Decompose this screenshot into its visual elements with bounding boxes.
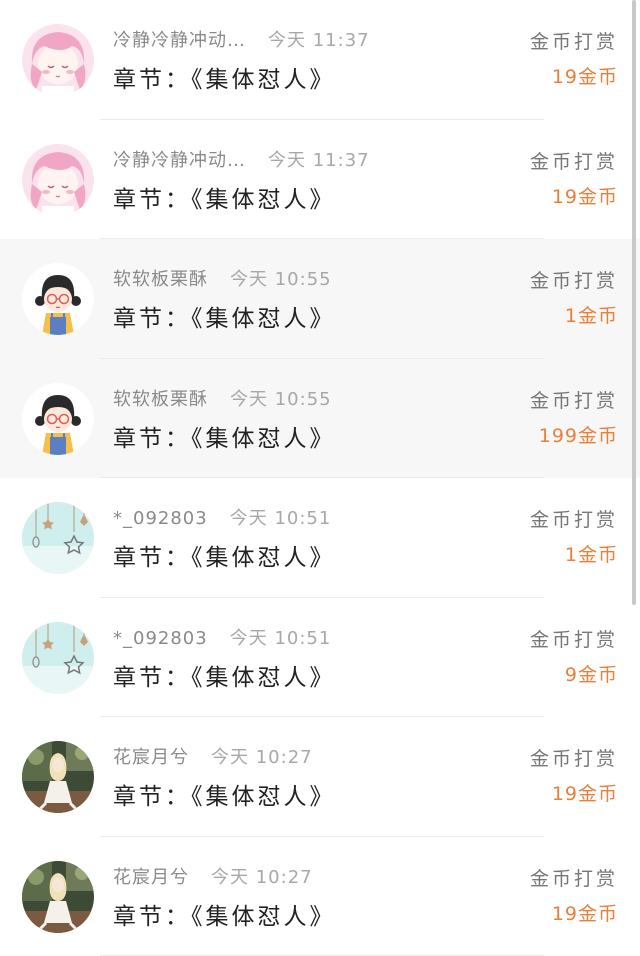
name-line: 软软板栗酥 今天 10:55 — [113, 265, 332, 291]
reward-type-label: 金币打赏 — [529, 509, 618, 531]
list-item[interactable]: 冷静冷静冲动… 今天 11:37 章节：《集体怼人》 金币打赏 19金币 — [0, 0, 640, 120]
chapter-title: 章节：《集体怼人》 — [113, 545, 336, 571]
name-line: *_092803 今天 10:51 — [113, 624, 331, 650]
name-line: 软软板栗酥 今天 10:55 — [113, 385, 332, 411]
user-name[interactable]: 冷静冷静冲动… — [113, 30, 246, 51]
chapter-title: 章节：《集体怼人》 — [113, 186, 336, 213]
reward-amount: 19金币 — [551, 902, 618, 925]
name-line: 冷静冷静冲动… 今天 11:37 — [113, 146, 370, 172]
user-name[interactable]: *_092803 — [113, 628, 208, 649]
pink-anime-girl-avatar[interactable] — [22, 143, 94, 216]
user-name[interactable]: 花宸月兮 — [113, 867, 189, 888]
user-name[interactable]: 冷静冷静冲动… — [113, 150, 246, 171]
hanging-stars-avatar[interactable] — [22, 621, 94, 694]
user-name[interactable]: 花宸月兮 — [113, 747, 189, 768]
reward-amount: 19金币 — [551, 783, 618, 805]
timestamp: 今天 10:55 — [230, 388, 332, 410]
timestamp: 今天 11:37 — [268, 30, 370, 51]
doll-in-garden-avatar[interactable] — [22, 860, 94, 933]
reward-amount: 1金币 — [564, 305, 618, 327]
list-item[interactable]: 冷静冷静冲动… 今天 11:37 章节：《集体怼人》 金币打赏 19金币 — [0, 120, 640, 239]
list-item[interactable]: 花宸月兮 今天 10:27 章节：《集体怼人》 金币打赏 19金币 — [0, 717, 640, 837]
chapter-title: 章节：《集体怼人》 — [113, 903, 336, 930]
list-item[interactable]: *_092803 今天 10:51 章节：《集体怼人》 金币打赏 9金币 — [0, 598, 640, 717]
hanging-stars-avatar[interactable] — [22, 502, 94, 574]
reward-list: 冷静冷静冲动… 今天 11:37 章节：《集体怼人》 金币打赏 19金币 冷静冷静… — [0, 0, 640, 956]
name-line: 花宸月兮 今天 10:27 — [113, 743, 313, 769]
user-name[interactable]: *_092803 — [113, 508, 208, 529]
list-item[interactable]: 花宸月兮 今天 10:27 章节：《集体怼人》 金币打赏 19金币 — [0, 837, 640, 956]
chapter-title: 章节：《集体怼人》 — [113, 664, 336, 691]
reward-type-label: 金币打赏 — [529, 628, 618, 651]
list-item[interactable]: 软软板栗酥 今天 10:55 章节：《集体怼人》 金币打赏 1金币 — [0, 239, 640, 359]
reward-type-label: 金币打赏 — [529, 867, 618, 890]
reward-type-label: 金币打赏 — [529, 748, 618, 770]
reward-type-label: 金币打赏 — [529, 31, 618, 53]
scrollbar[interactable] — [632, 0, 636, 605]
pink-anime-girl-avatar[interactable] — [22, 24, 94, 96]
chapter-title: 章节：《集体怼人》 — [113, 67, 336, 93]
name-line: 花宸月兮 今天 10:27 — [113, 863, 313, 889]
reward-amount: 19金币 — [551, 66, 618, 88]
reward-type-label: 金币打赏 — [529, 150, 618, 173]
chapter-title: 章节：《集体怼人》 — [113, 306, 336, 332]
timestamp: 今天 11:37 — [268, 149, 370, 171]
cartoon-girl-glasses-avatar[interactable] — [22, 263, 94, 335]
list-item[interactable]: *_092803 今天 10:51 章节：《集体怼人》 金币打赏 1金币 — [0, 478, 640, 598]
timestamp: 今天 10:51 — [229, 508, 332, 529]
timestamp: 今天 10:55 — [230, 269, 332, 290]
reward-type-label: 金币打赏 — [529, 270, 618, 292]
reward-amount: 9金币 — [564, 663, 618, 686]
name-line: *_092803 今天 10:51 — [113, 504, 331, 530]
user-name[interactable]: 软软板栗酥 — [113, 389, 208, 410]
reward-amount: 1金币 — [564, 544, 618, 566]
chapter-title: 章节：《集体怼人》 — [113, 784, 336, 810]
user-name[interactable]: 软软板栗酥 — [113, 269, 208, 290]
timestamp: 今天 10:51 — [229, 627, 332, 649]
reward-amount: 199金币 — [538, 424, 618, 447]
reward-type-label: 金币打赏 — [529, 389, 618, 412]
timestamp: 今天 10:27 — [211, 866, 313, 888]
cartoon-girl-glasses-avatar[interactable] — [22, 382, 94, 455]
chapter-title: 章节：《集体怼人》 — [113, 425, 336, 452]
doll-in-garden-avatar[interactable] — [22, 741, 94, 813]
list-item[interactable]: 软软板栗酥 今天 10:55 章节：《集体怼人》 金币打赏 199金币 — [0, 358, 640, 478]
name-line: 冷静冷静冲动… 今天 11:37 — [113, 26, 370, 52]
reward-amount: 19金币 — [551, 185, 618, 208]
timestamp: 今天 10:27 — [211, 747, 313, 768]
